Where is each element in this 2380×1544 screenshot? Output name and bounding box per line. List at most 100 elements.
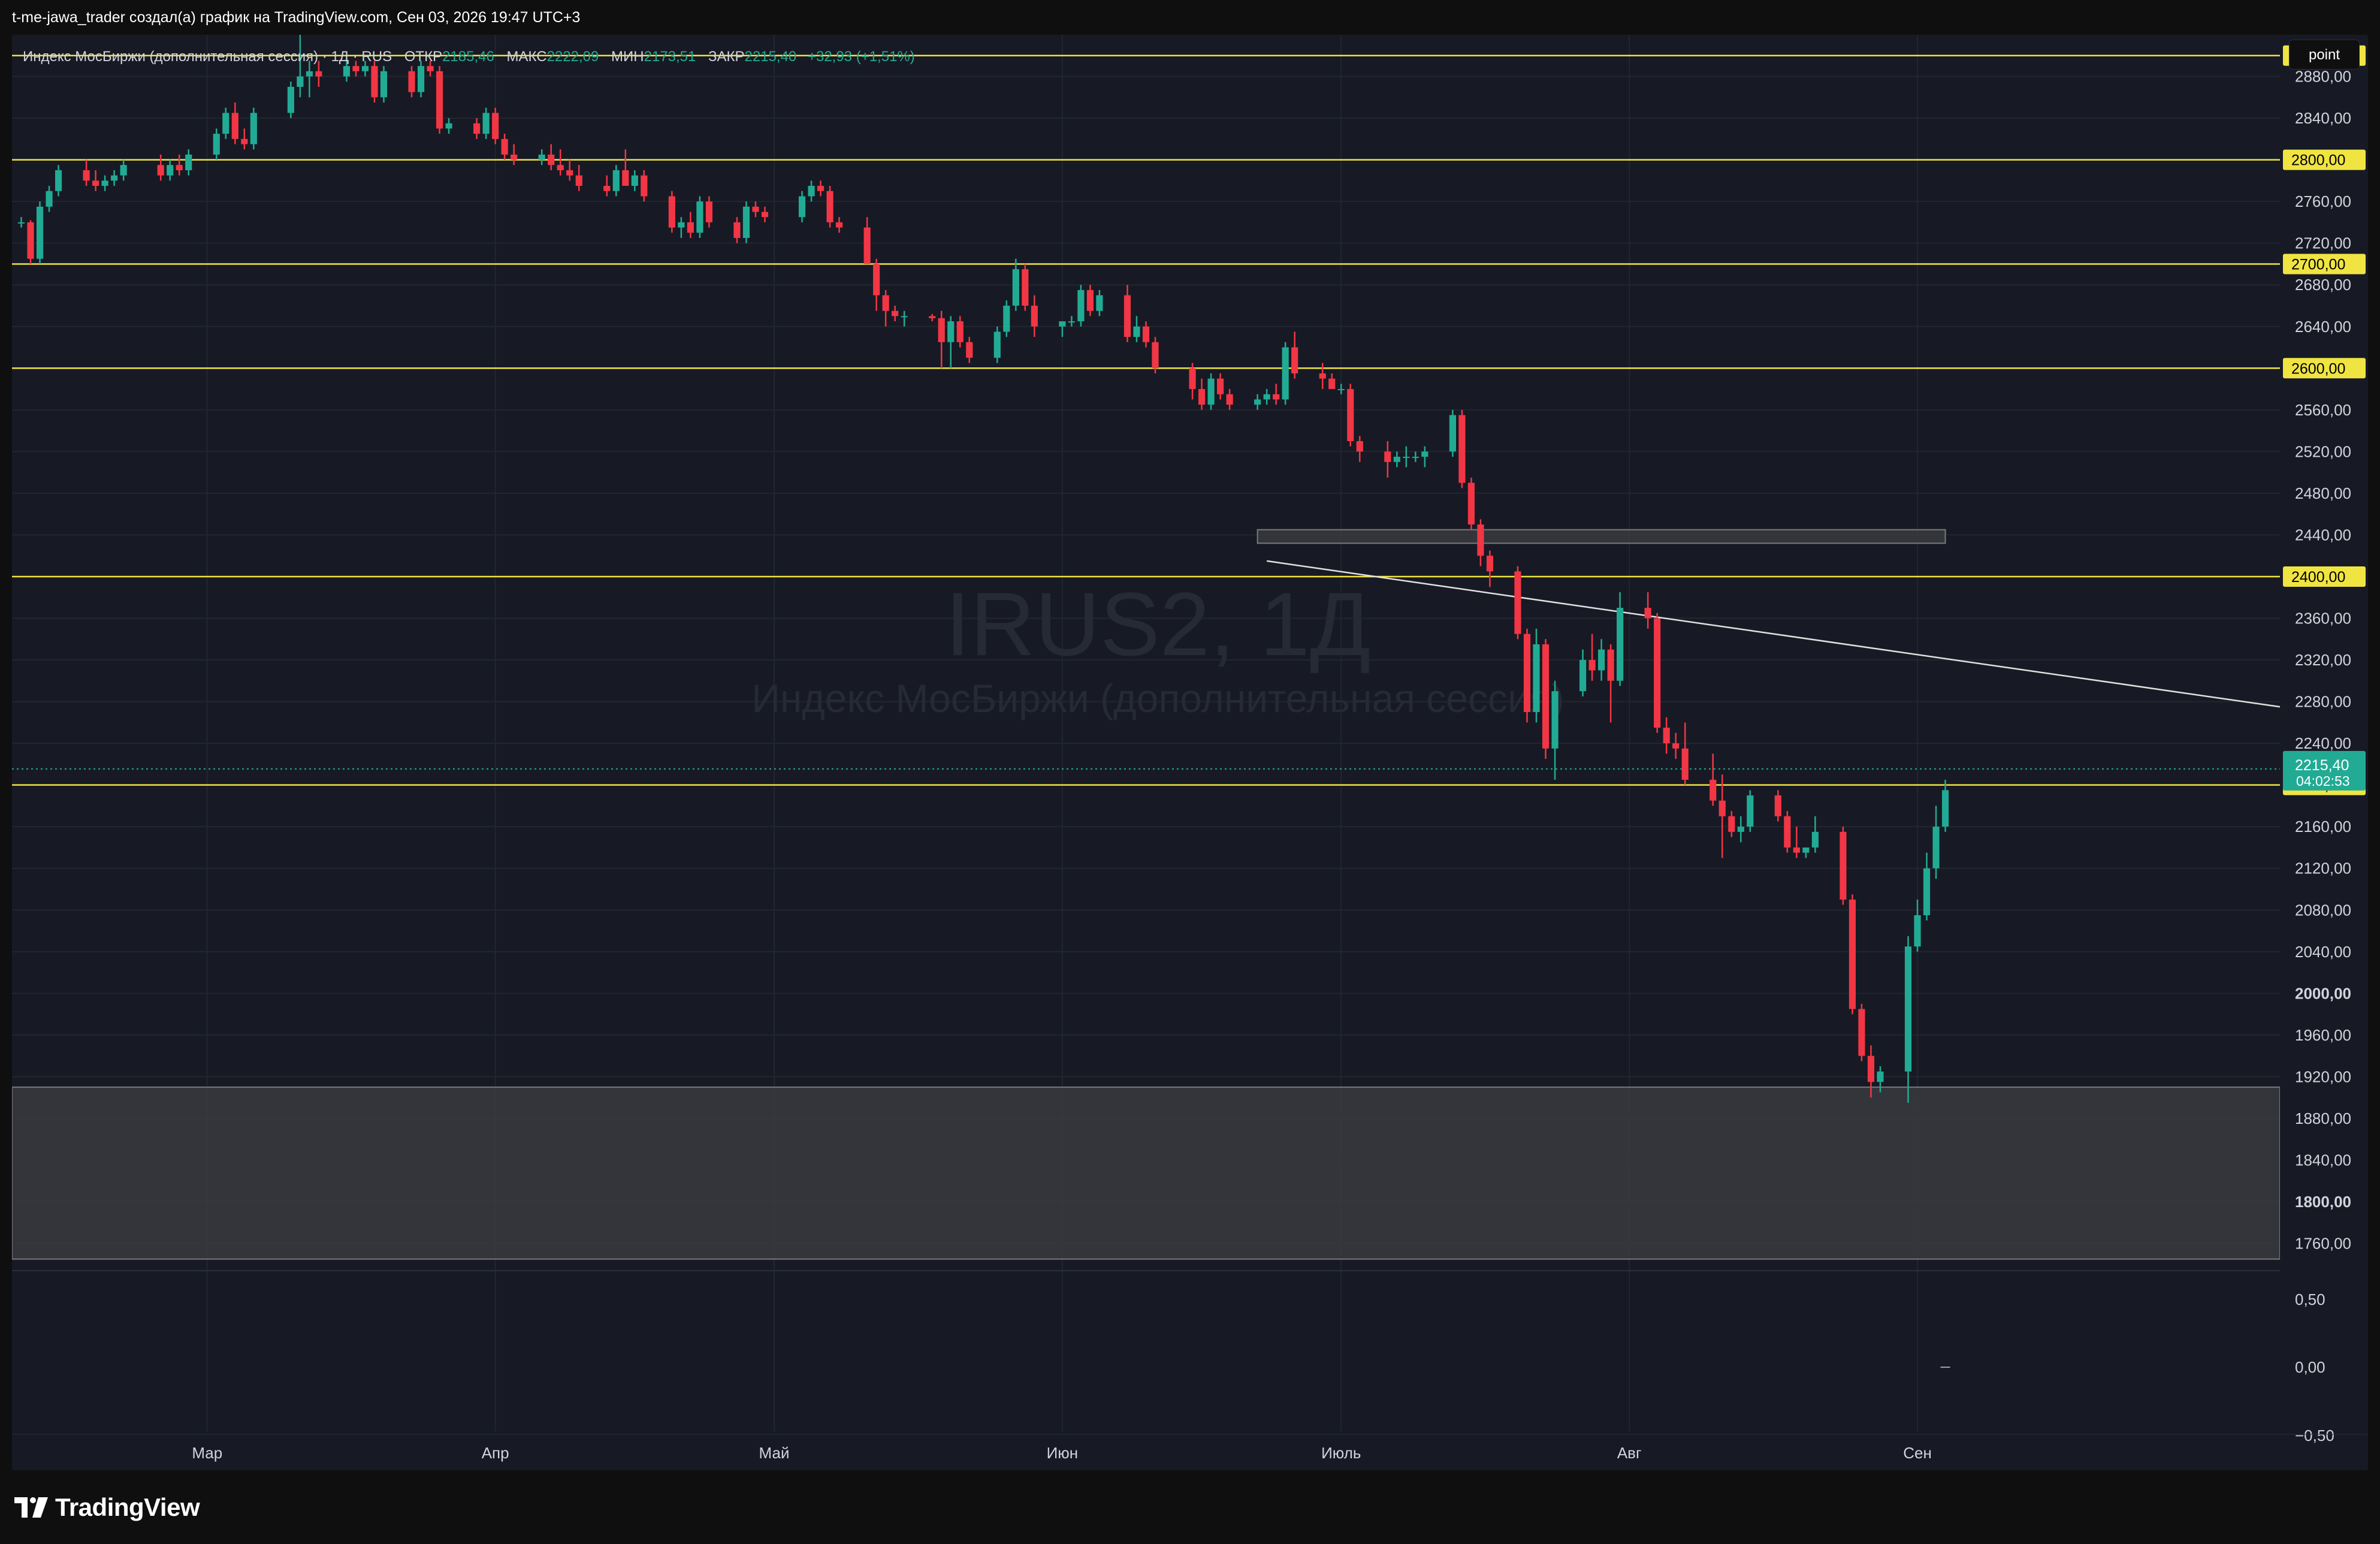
candle	[482, 107, 490, 139]
candle	[1022, 264, 1029, 311]
legend-instrument: Индекс МосБиржи (дополнительная сессия) …	[23, 49, 392, 65]
price-tick-label: 1920,00	[2295, 1067, 2351, 1085]
candle-body	[380, 71, 388, 98]
candle	[436, 66, 443, 134]
attribution-bar: t-me-jawa_trader создал(а) график на Tra…	[0, 0, 2380, 35]
candle-body	[1123, 295, 1131, 337]
legend-low-label: МИН	[611, 49, 644, 65]
candle	[1477, 519, 1484, 566]
candle	[1607, 644, 1614, 723]
candle	[1811, 816, 1819, 853]
price-tick-label: 2520,00	[2295, 442, 2351, 460]
candle-body	[1273, 394, 1280, 400]
candle-body	[678, 222, 685, 228]
candle-body	[557, 165, 564, 170]
price-tick-label: 2240,00	[2295, 734, 2351, 752]
candle	[1123, 285, 1131, 342]
candle	[445, 118, 452, 134]
candle-body	[1384, 451, 1391, 462]
candle-body	[668, 196, 675, 228]
candle-body	[873, 264, 880, 295]
candle	[1728, 811, 1735, 837]
candle-body	[1802, 847, 1810, 853]
candle	[17, 217, 25, 228]
candle-body	[436, 71, 443, 129]
price-tick-label: 2480,00	[2295, 484, 2351, 502]
candle	[1514, 566, 1521, 640]
indicator-tick-label: 0,00	[2295, 1358, 2325, 1376]
candle-body	[631, 175, 638, 186]
candle-body	[120, 165, 127, 176]
candle-body	[297, 76, 304, 87]
candle	[1086, 285, 1094, 316]
candle-body	[836, 222, 843, 228]
candle	[101, 175, 108, 191]
candle	[761, 206, 769, 222]
candle-body	[1077, 290, 1085, 322]
candle	[167, 159, 174, 181]
candle	[612, 165, 620, 197]
candle	[1207, 373, 1215, 410]
candle	[1393, 451, 1400, 468]
candle	[222, 107, 229, 139]
candle	[882, 290, 889, 327]
candle-body	[1003, 305, 1010, 332]
price-zone-0	[12, 1086, 2281, 1260]
candle-body	[1533, 644, 1540, 712]
candle	[566, 159, 573, 181]
tradingview-logo[interactable]: TradingView	[14, 1493, 200, 1521]
candle	[1737, 816, 1744, 843]
candle-body	[1672, 743, 1680, 749]
price-tick-label: 1800,00	[2295, 1193, 2351, 1211]
candle	[892, 305, 899, 322]
price-tick-label: 2120,00	[2295, 860, 2351, 877]
candle-body	[1031, 305, 1038, 327]
candle	[966, 337, 973, 363]
point-button[interactable]: point	[2289, 40, 2360, 70]
candle	[557, 149, 564, 176]
candle	[1337, 384, 1345, 394]
candle	[55, 165, 62, 197]
candle	[250, 107, 257, 150]
candle-body	[612, 170, 620, 191]
countdown-label: 04:02:53	[2296, 773, 2350, 789]
ohlc-legend: Индекс МосБиржи (дополнительная сессия) …	[23, 40, 915, 74]
chart-panel[interactable]: IRUS2, 1Д Индекс МосБиржи (дополнительная…	[12, 35, 2368, 1470]
candle	[1681, 722, 1689, 785]
candle-body	[1282, 347, 1289, 400]
price-tick-label: 2320,00	[2295, 651, 2351, 669]
time-tick-label: Сен	[1903, 1444, 1932, 1462]
candle-body	[1012, 269, 1019, 306]
candle-body	[548, 154, 555, 165]
candle-body	[1263, 394, 1270, 400]
candle	[92, 170, 99, 191]
candle	[1672, 732, 1680, 759]
candle	[548, 144, 555, 170]
candle-body	[1598, 649, 1605, 671]
candle-body	[966, 342, 973, 358]
candle	[631, 170, 638, 191]
candle	[501, 134, 508, 160]
candle	[1486, 550, 1494, 587]
candle-body	[882, 295, 889, 311]
candle	[111, 170, 118, 186]
candle	[1784, 811, 1791, 853]
candle	[1941, 779, 1949, 832]
candle-body	[1449, 415, 1456, 452]
candle-body	[1356, 441, 1363, 452]
candle	[46, 186, 53, 212]
candle-body	[1728, 816, 1735, 832]
chart-svg[interactable]: IRUS2, 1ДИндекс МосБиржи (дополнительная…	[12, 35, 2368, 1470]
price-tick-label: 2840,00	[2295, 109, 2351, 127]
candle	[1059, 321, 1066, 337]
candle	[808, 180, 815, 202]
candle-body	[167, 165, 174, 176]
candle	[929, 313, 936, 322]
candle	[1421, 446, 1428, 468]
candle	[1189, 363, 1196, 400]
candle	[1412, 451, 1419, 462]
candle-body	[92, 180, 99, 186]
candle-body	[1217, 378, 1224, 394]
level-label: 2600,00	[2291, 360, 2345, 377]
candle	[1133, 316, 1140, 342]
